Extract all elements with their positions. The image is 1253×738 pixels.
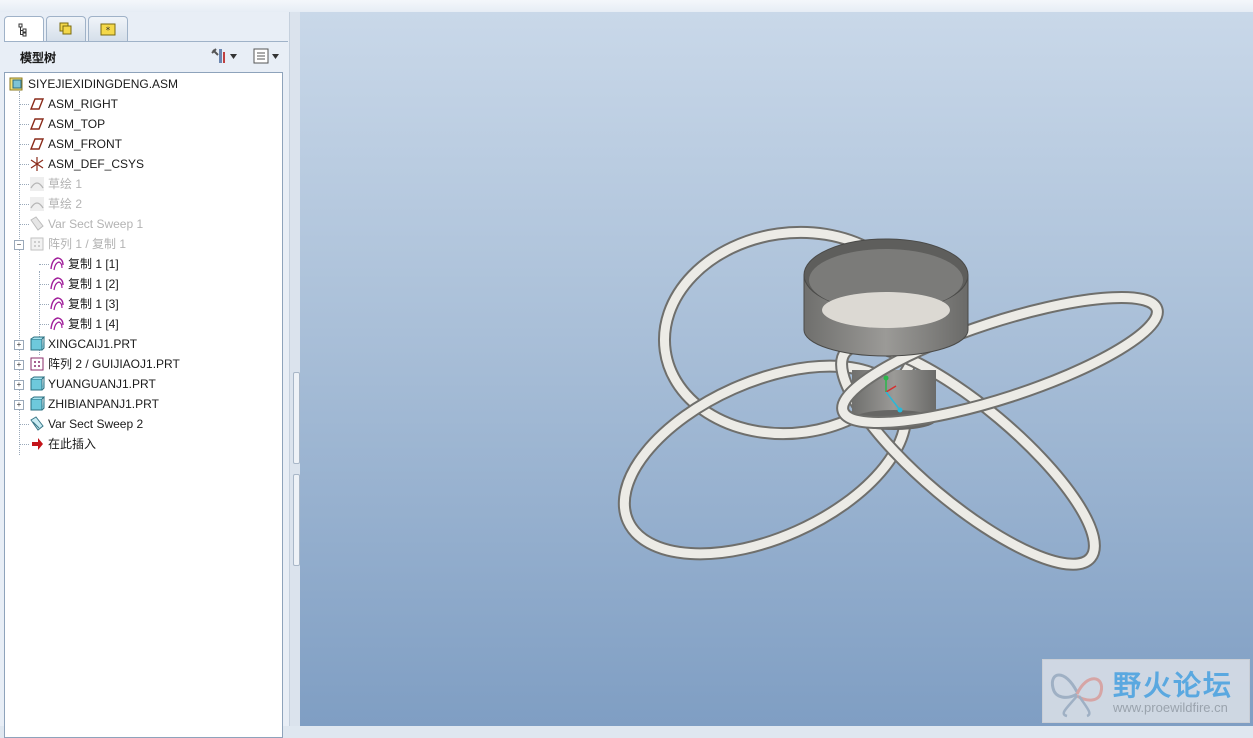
tree-item-asm-front[interactable]: ASM_FRONT bbox=[5, 134, 282, 154]
tree-item-label: 草绘 1 bbox=[48, 177, 83, 191]
coordinate-system-icon bbox=[30, 157, 44, 171]
expand-toggle[interactable]: + bbox=[14, 360, 24, 370]
tab-layers[interactable] bbox=[46, 16, 86, 41]
tree-item-label: ASM_FRONT bbox=[48, 137, 123, 151]
sketch-icon bbox=[30, 197, 44, 211]
model-tree-icon bbox=[18, 23, 27, 36]
expand-toggle[interactable]: + bbox=[14, 340, 24, 350]
collapse-toggle[interactable]: − bbox=[14, 240, 24, 250]
tree-item-label: 复制 1 [2] bbox=[68, 277, 119, 291]
splitter-grip[interactable] bbox=[293, 474, 300, 566]
model-tree-header: 模型树 bbox=[4, 44, 288, 70]
svg-text:*: * bbox=[106, 26, 111, 36]
tree-item-label: 在此插入 bbox=[48, 437, 97, 451]
tree-root[interactable]: SIYEJIEXIDINGDENG.ASM bbox=[5, 74, 282, 94]
settings-button[interactable] bbox=[210, 46, 237, 66]
copy-icon bbox=[50, 317, 64, 331]
tree-item-sketch-1[interactable]: 草绘 1 bbox=[5, 174, 282, 194]
lamp-cup[interactable] bbox=[803, 238, 969, 357]
tab-divider bbox=[4, 41, 288, 42]
pattern-icon bbox=[30, 357, 44, 371]
insert-arrow-icon bbox=[32, 438, 43, 450]
watermark-title: 野火论坛 bbox=[1113, 669, 1234, 702]
pattern-icon bbox=[30, 237, 44, 251]
navigator-pane: * 模型树 SIYEJIEXIDINGDENG.ASM ASM_RIGHT AS… bbox=[0, 12, 290, 738]
tree-item-yuanguanj1[interactable]: + YUANGUANJ1.PRT bbox=[5, 374, 282, 394]
tree-item-var-sect-sweep-1[interactable]: Var Sect Sweep 1 bbox=[5, 214, 282, 234]
sweep-icon bbox=[30, 416, 44, 431]
favorites-folder-icon: * bbox=[100, 23, 116, 36]
watermark-url: www.proewildfire.cn bbox=[1113, 700, 1228, 715]
tab-favorites[interactable]: * bbox=[88, 16, 128, 41]
tree-item-label: ASM_RIGHT bbox=[48, 97, 119, 111]
tree-item-copy-1-1[interactable]: 复制 1 [1] bbox=[5, 254, 282, 274]
tree-item-label: 复制 1 [1] bbox=[68, 257, 119, 271]
part-icon bbox=[30, 376, 45, 391]
tree-item-label: 阵列 2 / GUIJIAOJ1.PRT bbox=[48, 357, 180, 371]
tab-model-tree[interactable] bbox=[4, 16, 44, 42]
graphics-viewport[interactable] bbox=[300, 12, 1253, 726]
tree-item-copy-1-2[interactable]: 复制 1 [2] bbox=[5, 274, 282, 294]
expand-toggle[interactable]: + bbox=[14, 380, 24, 390]
part-icon bbox=[30, 336, 45, 351]
copy-icon bbox=[50, 257, 64, 271]
tree-show-icon bbox=[253, 48, 269, 64]
datum-plane-icon bbox=[29, 138, 45, 150]
tree-item-pattern-2[interactable]: + 阵列 2 / GUIJIAOJ1.PRT bbox=[5, 354, 282, 374]
part-icon bbox=[30, 396, 45, 411]
tree-item-label: 复制 1 [4] bbox=[68, 317, 119, 331]
datum-plane-icon bbox=[29, 98, 45, 110]
tree-item-var-sect-sweep-2[interactable]: Var Sect Sweep 2 bbox=[5, 414, 282, 434]
chevron-down-icon bbox=[272, 53, 279, 59]
sweep-loop-lower-right[interactable] bbox=[815, 315, 1122, 594]
tree-item-label: XINGCAIJ1.PRT bbox=[48, 337, 138, 351]
chevron-down-icon bbox=[230, 53, 237, 59]
tree-item-asm-top[interactable]: ASM_TOP bbox=[5, 114, 282, 134]
layers-icon bbox=[59, 22, 72, 35]
tree-item-label: Var Sect Sweep 2 bbox=[48, 417, 144, 431]
copy-icon bbox=[50, 297, 64, 311]
datum-plane-icon bbox=[29, 118, 45, 130]
tree-item-label: 草绘 2 bbox=[48, 197, 83, 211]
tree-item-label: YUANGUANJ1.PRT bbox=[48, 377, 156, 391]
tree-item-copy-1-3[interactable]: 复制 1 [3] bbox=[5, 294, 282, 314]
navigator-tabs: * bbox=[4, 16, 288, 42]
tree-item-sketch-2[interactable]: 草绘 2 bbox=[5, 194, 282, 214]
tree-item-zhibianpanj1[interactable]: + ZHIBIANPANJ1.PRT bbox=[5, 394, 282, 414]
tree-item-label: 复制 1 [3] bbox=[68, 297, 119, 311]
butterfly-logo-icon bbox=[1050, 673, 1104, 718]
3d-model[interactable] bbox=[300, 12, 1253, 726]
tree-item-label: ASM_TOP bbox=[48, 117, 106, 131]
tree-item-asm-def-csys[interactable]: ASM_DEF_CSYS bbox=[5, 154, 282, 174]
tree-item-asm-right[interactable]: ASM_RIGHT bbox=[5, 94, 282, 114]
tree-item-label: 阵列 1 / 复制 1 bbox=[48, 237, 127, 251]
splitter-grip[interactable] bbox=[293, 372, 300, 464]
watermark: 野火论坛 www.proewildfire.cn bbox=[1042, 659, 1250, 723]
tree-root-label: SIYEJIEXIDINGDENG.ASM bbox=[28, 77, 179, 91]
tree-item-copy-1-4[interactable]: 复制 1 [4] bbox=[5, 314, 282, 334]
panel-title: 模型树 bbox=[20, 51, 57, 65]
model-tree: SIYEJIEXIDINGDENG.ASM ASM_RIGHT ASM_TOP … bbox=[4, 72, 283, 738]
assembly-icon bbox=[9, 77, 23, 91]
sweep-icon bbox=[30, 216, 44, 231]
tree-item-insert-here[interactable]: 在此插入 bbox=[5, 434, 282, 454]
tree-item-pattern-1[interactable]: − 阵列 1 / 复制 1 bbox=[5, 234, 282, 254]
tree-item-label: Var Sect Sweep 1 bbox=[48, 217, 144, 231]
tree-item-label: ZHIBIANPANJ1.PRT bbox=[48, 397, 159, 411]
expand-toggle[interactable]: + bbox=[14, 400, 24, 410]
show-button[interactable] bbox=[252, 46, 279, 66]
tree-item-xingcaij1[interactable]: + XINGCAIJ1.PRT bbox=[5, 334, 282, 354]
tree-item-label: ASM_DEF_CSYS bbox=[48, 157, 145, 171]
copy-icon bbox=[50, 277, 64, 291]
sketch-icon bbox=[30, 177, 44, 191]
settings-tools-icon bbox=[211, 48, 225, 63]
